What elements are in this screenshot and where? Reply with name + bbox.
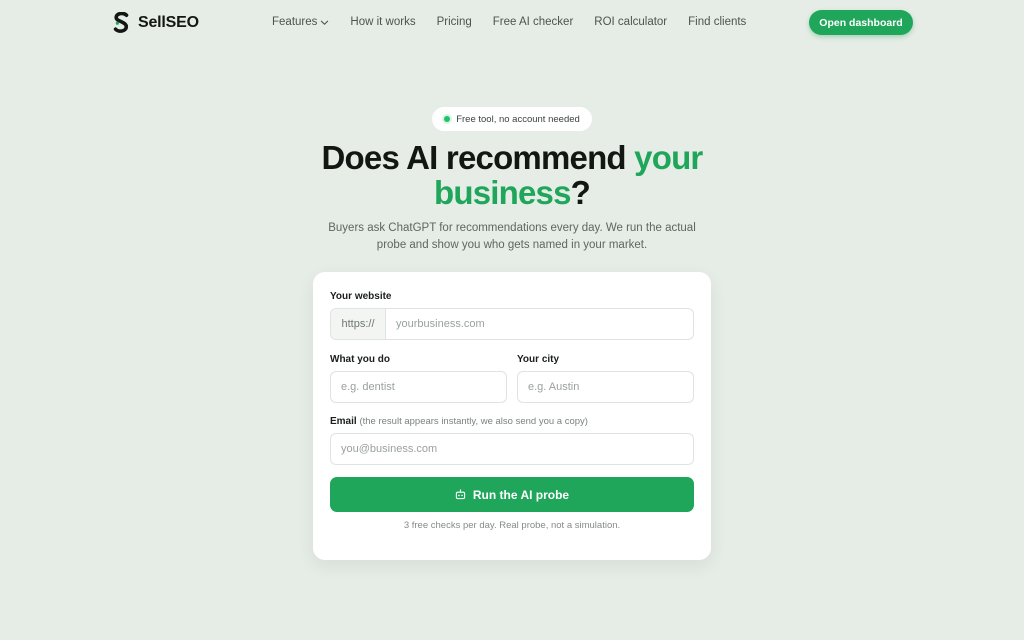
email-input[interactable] bbox=[331, 434, 693, 464]
ai-probe-form: Your website https:// What you do Your c… bbox=[313, 272, 711, 560]
nav-link-free-ai-checker[interactable]: Free AI checker bbox=[493, 16, 574, 28]
page-subtitle: Buyers ask ChatGPT for recommendations e… bbox=[328, 222, 696, 251]
email-field bbox=[330, 433, 694, 465]
website-label: Your website bbox=[330, 291, 392, 302]
headline-highlight-1: your bbox=[634, 139, 703, 176]
email-hint: (the result appears instantly, we also s… bbox=[359, 416, 588, 427]
nav-link-find-clients[interactable]: Find clients bbox=[688, 16, 746, 28]
business-field bbox=[330, 371, 507, 403]
open-dashboard-button[interactable]: Open dashboard bbox=[809, 10, 913, 35]
headline-end: ? bbox=[570, 174, 591, 211]
business-input[interactable] bbox=[331, 372, 506, 402]
free-tool-badge: Free tool, no account needed bbox=[432, 107, 592, 131]
brand-name: SellSEO bbox=[138, 13, 199, 31]
brand-logo[interactable]: SellSEO bbox=[113, 12, 199, 33]
nav-links: Features How it works Pricing Free AI ch… bbox=[272, 16, 746, 28]
run-ai-probe-label: Run the AI probe bbox=[472, 487, 570, 502]
website-field: https:// bbox=[330, 308, 694, 340]
nav-link-roi-calculator[interactable]: ROI calculator bbox=[594, 16, 667, 28]
badge-label: Free tool, no account needed bbox=[456, 113, 580, 125]
city-label: Your city bbox=[517, 354, 560, 365]
nav-link-pricing[interactable]: Pricing bbox=[437, 16, 472, 28]
city-field bbox=[517, 371, 694, 403]
business-label: What you do bbox=[330, 354, 390, 365]
headline-highlight-2: business bbox=[433, 174, 571, 211]
logo-icon bbox=[113, 12, 129, 33]
headline-part1: Does AI recommend bbox=[321, 139, 635, 176]
chevron-down-icon bbox=[321, 20, 329, 25]
robot-icon bbox=[455, 489, 466, 500]
run-ai-probe-button[interactable]: Run the AI probe bbox=[330, 477, 694, 512]
nav-link-how-it-works[interactable]: How it works bbox=[350, 16, 415, 28]
top-nav: SellSEO Features How it works Pricing Fr… bbox=[0, 0, 1024, 46]
website-input[interactable] bbox=[386, 309, 693, 339]
nav-link-features[interactable]: Features bbox=[272, 16, 329, 28]
nav-link-features-label: Features bbox=[272, 16, 318, 28]
website-prefix: https:// bbox=[331, 309, 386, 339]
email-label: Email bbox=[330, 416, 357, 427]
city-input[interactable] bbox=[518, 372, 693, 402]
page-title: Does AI recommend your business? bbox=[262, 140, 762, 210]
email-label-row: Email (the result appears instantly, we … bbox=[330, 416, 588, 427]
status-dot-icon bbox=[444, 116, 451, 122]
free-checks-note: 3 free checks per day. Real probe, not a… bbox=[403, 520, 621, 531]
